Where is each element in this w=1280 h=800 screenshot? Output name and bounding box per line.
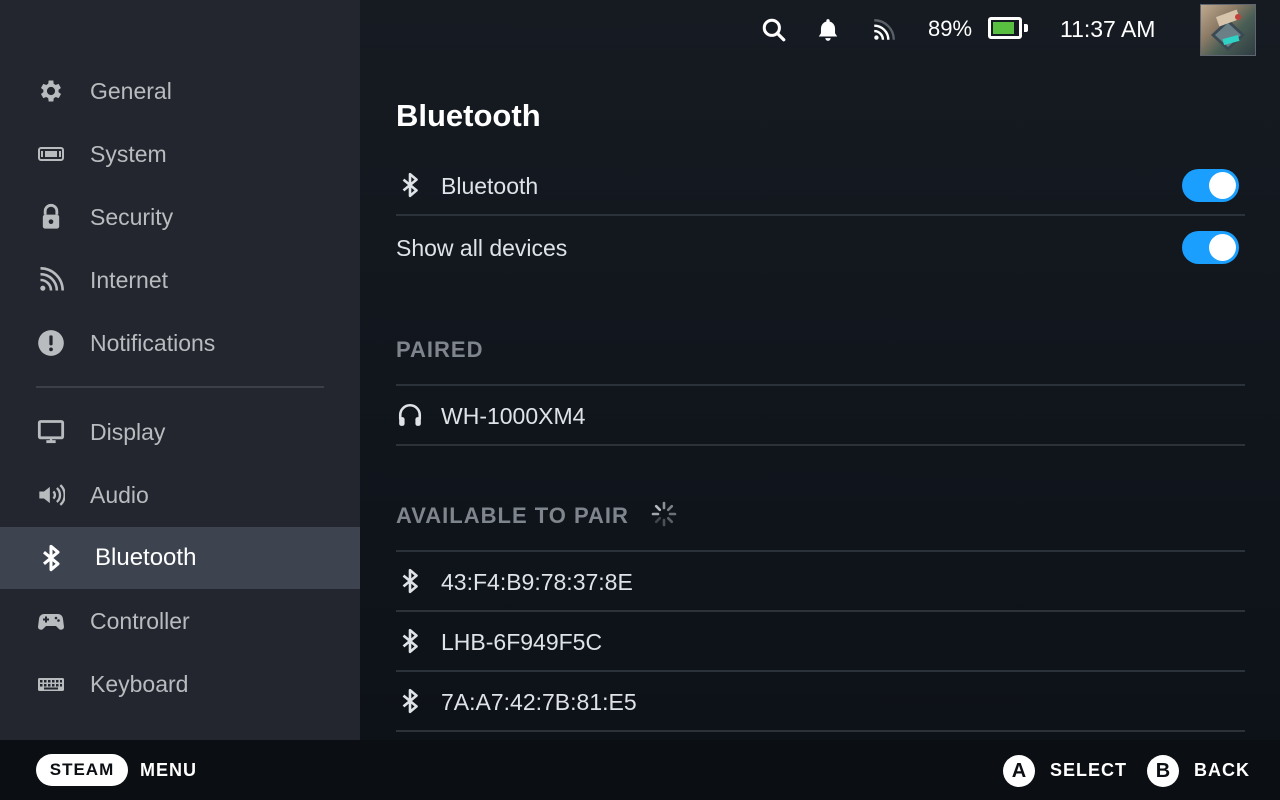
available-device-row[interactable]: 43:F4:B9:78:37:8E [396,552,1245,612]
footer-bar: STEAM MENU A SELECT B BACK [0,740,1280,800]
keyboard-icon [36,669,66,699]
show-all-devices-toggle[interactable] [1182,231,1239,264]
search-icon[interactable] [758,14,790,46]
bluetooth-icon [36,543,66,573]
sidebar-item-security[interactable]: Security [0,186,360,248]
wifi-status-icon[interactable] [868,14,900,46]
show-all-devices-row[interactable]: Show all devices [396,218,1245,278]
bluetooth-icon [396,567,424,595]
gear-icon [36,76,66,106]
sidebar-item-label: Controller [90,608,190,634]
select-label: SELECT [1050,760,1128,780]
sidebar-item-audio[interactable]: Audio [0,464,360,526]
sidebar-item-controller[interactable]: Controller [0,590,360,652]
monitor-icon [36,417,66,447]
menu-label: MENU [140,760,197,780]
lock-icon [36,202,66,232]
paired-header: PAIRED [396,337,484,362]
paired-device-row[interactable]: WH-1000XM4 [396,386,1245,446]
bluetooth-icon [396,687,424,715]
back-label: BACK [1194,760,1250,780]
sidebar-item-keyboard[interactable]: Keyboard [0,653,360,715]
loading-spinner-icon [651,501,677,527]
battery-icon [988,17,1022,39]
sidebar-item-bluetooth[interactable]: Bluetooth [0,527,360,589]
gamepad-icon [36,606,66,636]
sidebar-item-label: Internet [90,267,168,293]
alert-icon [36,328,66,358]
available-device-row[interactable]: LHB-6F949F5C [396,612,1245,672]
bell-icon[interactable] [812,14,844,46]
wifi-icon [36,265,66,295]
battery-percent: 89% [928,16,973,41]
bluetooth-settings-panel: 89% 11:37 AM Bluetooth Bluetooth Show al… [360,0,1280,740]
available-header: AVAILABLE TO PAIR [396,503,629,528]
steam-button[interactable]: STEAM [36,754,128,786]
sidebar-item-label: System [90,141,167,167]
sidebar-item-label: Keyboard [90,671,189,697]
bluetooth-toggle-row[interactable]: Bluetooth [396,156,1245,216]
sidebar-item-label: Security [90,204,174,230]
bluetooth-toggle[interactable] [1182,169,1239,202]
available-device-row[interactable]: 7A:A7:42:7B:81:E5 [396,672,1245,732]
avatar[interactable] [1200,4,1256,56]
sidebar-divider [36,386,324,388]
toggle-knob [1209,172,1236,199]
device-name: 7A:A7:42:7B:81:E5 [441,689,637,715]
device-name: WH-1000XM4 [441,403,586,429]
headphones-icon [396,401,424,429]
sidebar-item-label: Display [90,419,166,445]
sidebar-item-notifications[interactable]: Notifications [0,312,360,374]
bluetooth-toggle-label: Bluetooth [441,173,539,199]
settings-sidebar: General System Security Internet Notific… [0,0,360,740]
system-icon [36,139,66,169]
sidebar-item-display[interactable]: Display [0,401,360,463]
sidebar-item-label: Notifications [90,330,216,356]
sidebar-item-label: Audio [90,482,149,508]
sidebar-item-system[interactable]: System [0,123,360,185]
sidebar-item-general[interactable]: General [0,60,360,122]
sidebar-item-internet[interactable]: Internet [0,249,360,311]
speaker-icon [36,480,66,510]
bluetooth-icon [396,627,424,655]
battery-fill [993,22,1014,34]
sidebar-item-label: Bluetooth [95,544,197,571]
battery-nub [1024,24,1028,32]
show-all-devices-label: Show all devices [396,235,568,261]
bluetooth-icon [396,171,424,199]
a-button-icon[interactable]: A [1003,755,1035,787]
device-name: LHB-6F949F5C [441,629,603,655]
clock: 11:37 AM [1060,16,1156,42]
b-button-icon[interactable]: B [1147,755,1179,787]
page-title: Bluetooth [396,98,541,133]
sidebar-item-label: General [90,78,172,104]
device-name: 43:F4:B9:78:37:8E [441,569,633,595]
toggle-knob [1209,234,1236,261]
